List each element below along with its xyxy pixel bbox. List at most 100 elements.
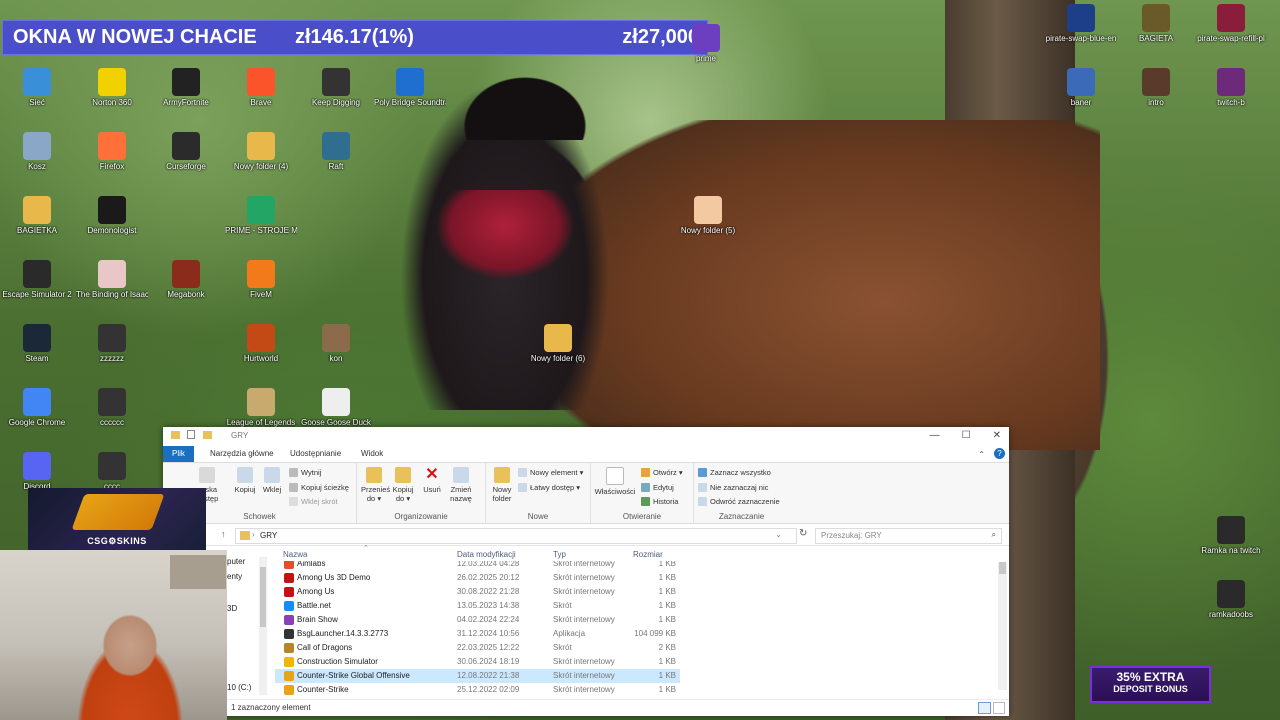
desktop-icon[interactable]: PRIME - STROJE MICHAŁ GÓRZ... (225, 196, 297, 236)
search-input[interactable]: Przeszukaj: GRY ⌕ (815, 528, 1002, 544)
paste-button[interactable]: Wklej (259, 467, 285, 494)
nav-item[interactable]: 3D (227, 604, 237, 613)
desktop-icon[interactable]: prime (670, 24, 742, 64)
desktop-icon[interactable]: BAGIETKA (1, 196, 73, 236)
desktop-icon[interactable]: Steam (1, 324, 73, 364)
edit-button[interactable]: Edytuj (641, 483, 674, 492)
select-none-button[interactable]: Nie zaznaczaj nic (698, 483, 768, 492)
desktop-icon[interactable]: The Binding of Isaac Rebirth (76, 260, 148, 300)
desktop-icon[interactable]: Hurtworld (225, 324, 297, 364)
new-folder-quick-icon[interactable] (203, 431, 212, 439)
nav-scrollbar[interactable] (259, 557, 267, 695)
tab-share[interactable]: Udostępnianie (281, 446, 350, 462)
desktop-icon[interactable]: Brave (225, 68, 297, 108)
maximize-button[interactable]: ☐ (962, 430, 971, 441)
invert-selection-button[interactable]: Odwróć zaznaczenie (698, 497, 780, 506)
properties-quick-icon[interactable] (187, 430, 195, 439)
tab-home[interactable]: Narzędzia główne (201, 446, 283, 462)
desktop-icon[interactable]: Firefox (76, 132, 148, 172)
column-name[interactable]: Nazwa (283, 550, 307, 559)
details-view-icon[interactable] (978, 702, 991, 714)
desktop-icon[interactable]: ramkadoobs (1195, 580, 1267, 620)
tab-view[interactable]: Widok (352, 446, 392, 462)
easy-access-button[interactable]: Łatwy dostęp ▾ (518, 483, 580, 492)
select-all-button[interactable]: Zaznacz wszystko (698, 468, 771, 477)
desktop-icon[interactable]: Goose Goose Duck (300, 388, 372, 428)
column-date[interactable]: Data modyfikacji (457, 550, 516, 559)
column-type[interactable]: Typ (553, 550, 566, 559)
desktop-icon[interactable]: Google Chrome (1, 388, 73, 428)
column-size[interactable]: Rozmiar (633, 550, 663, 559)
file-row[interactable]: Aimlabs 12.03.2024 04:28 Skrót internetowy… (275, 561, 680, 571)
file-row[interactable]: Counter-Strike 25.12.2022 02:09 Skrót inte… (275, 683, 680, 697)
nav-item[interactable]: 10 (C:) (227, 683, 251, 692)
delete-button[interactable]: ✕ Usuń (421, 467, 443, 495)
ribbon-expand-icon[interactable]: ⌃ (978, 450, 985, 459)
new-item-button[interactable]: Nowy element ▾ (518, 468, 583, 477)
desktop-icon[interactable]: zzzzzz (76, 324, 148, 364)
tiles-view-icon[interactable] (993, 702, 1005, 714)
desktop-icon[interactable]: Poly Bridge Soundtrack (374, 68, 446, 108)
file-row[interactable]: Among Us 30.08.2022 21:28 Skrót internetow… (275, 585, 680, 599)
tab-file[interactable]: Plik (163, 446, 194, 462)
explorer-titlebar[interactable]: GRY — ☐ ✕ (163, 427, 1009, 445)
desktop-icon[interactable]: ArmyFortnite (150, 68, 222, 108)
desktop-icon[interactable]: Nowy folder (5) (672, 196, 744, 236)
desktop-icon[interactable]: Nowy folder (4) (225, 132, 297, 172)
desktop-icon[interactable]: Escape Simulator 2 (1, 260, 73, 300)
paste-shortcut-button[interactable]: Wklej skrót (289, 497, 338, 506)
desktop-icon[interactable]: intro (1120, 68, 1192, 108)
desktop-icon[interactable]: Keep Digging (300, 68, 372, 108)
file-row[interactable]: Construction Simulator 30.06.2024 18:19 Sk… (275, 655, 680, 669)
properties-label: Właściwości (594, 487, 636, 496)
history-button[interactable]: Historia (641, 497, 678, 506)
open-button[interactable]: Otwórz ▾ (641, 468, 683, 477)
desktop-icon[interactable]: FiveM (225, 260, 297, 300)
desktop-icon[interactable]: Raft (300, 132, 372, 172)
desktop-icon[interactable]: Discord (1, 452, 73, 492)
desktop-icon[interactable]: pirate-swap-blue-en (1045, 4, 1117, 44)
desktop-icon[interactable]: pirate-swap-refill-pl (1195, 4, 1267, 44)
desktop-icon[interactable]: Nowy folder (6) (522, 324, 594, 364)
file-list-scrollbar[interactable] (998, 562, 1007, 690)
help-icon[interactable]: ? (994, 448, 1005, 459)
desktop-icon[interactable]: Norton 360 (76, 68, 148, 108)
desktop-icon[interactable]: baner (1045, 68, 1117, 108)
desktop-icon[interactable]: BAGIETA (1120, 4, 1192, 44)
copy-button[interactable]: Kopiuj (231, 467, 259, 494)
file-row[interactable]: Among Us 3D Demo 26.02.2025 20:12 Skrót in… (275, 571, 680, 585)
address-bar[interactable]: › GRY ⌄ (235, 528, 797, 544)
desktop-icon[interactable]: League of Legends (225, 388, 297, 428)
cut-button[interactable]: Wytnij (289, 468, 321, 477)
desktop-icon[interactable]: kon (300, 324, 372, 364)
file-row[interactable]: BsgLauncher.14.3.3.2773 31.12.2024 10:56 A… (275, 627, 680, 641)
file-scroll-thumb[interactable] (999, 562, 1006, 574)
move-to-button[interactable]: Przenieś do ▾ (361, 467, 390, 503)
desktop-icon[interactable]: Megabonk (150, 260, 222, 300)
desktop-icon[interactable]: cccccc (76, 388, 148, 428)
desktop-icon[interactable]: twitch-b (1195, 68, 1267, 108)
desktop-icon[interactable]: cccc (76, 452, 148, 492)
copy-to-button[interactable]: Kopiuj do ▾ (390, 467, 416, 503)
up-arrow-icon[interactable]: ↑ (221, 529, 226, 539)
nav-scroll-thumb[interactable] (260, 567, 266, 627)
close-button[interactable]: ✕ (993, 430, 1001, 441)
desktop-icon[interactable]: Ramka na twitch (1195, 516, 1267, 556)
file-row[interactable]: Counter-Strike Global Offensive 12.08.202… (275, 669, 680, 683)
nav-item[interactable]: enty (227, 572, 242, 581)
address-dropdown-icon[interactable]: ⌄ (775, 530, 782, 539)
file-row[interactable]: Call of Dragons 22.03.2025 12:22 Skrót 2 KB (275, 641, 680, 655)
desktop-icon[interactable]: Sieć (1, 68, 73, 108)
properties-button[interactable]: Właściwości (593, 467, 637, 496)
desktop-icon[interactable]: Kosz (1, 132, 73, 172)
copy-path-button[interactable]: Kopiuj ścieżkę (289, 483, 349, 492)
file-row[interactable]: Brain Show 04.02.2024 22:24 Skrót internet… (275, 613, 680, 627)
minimize-button[interactable]: — (930, 430, 940, 441)
file-row[interactable]: Battle.net 13.05.2023 14:38 Skrót 1 KB (275, 599, 680, 613)
new-folder-button[interactable]: Nowy folder (488, 467, 516, 503)
rename-button[interactable]: Zmień nazwę (447, 467, 475, 503)
nav-item[interactable]: puter (227, 557, 245, 566)
desktop-icon[interactable]: Demonologist (76, 196, 148, 236)
refresh-icon[interactable]: ↻ (799, 528, 807, 539)
desktop-icon[interactable]: Curseforge (150, 132, 222, 172)
